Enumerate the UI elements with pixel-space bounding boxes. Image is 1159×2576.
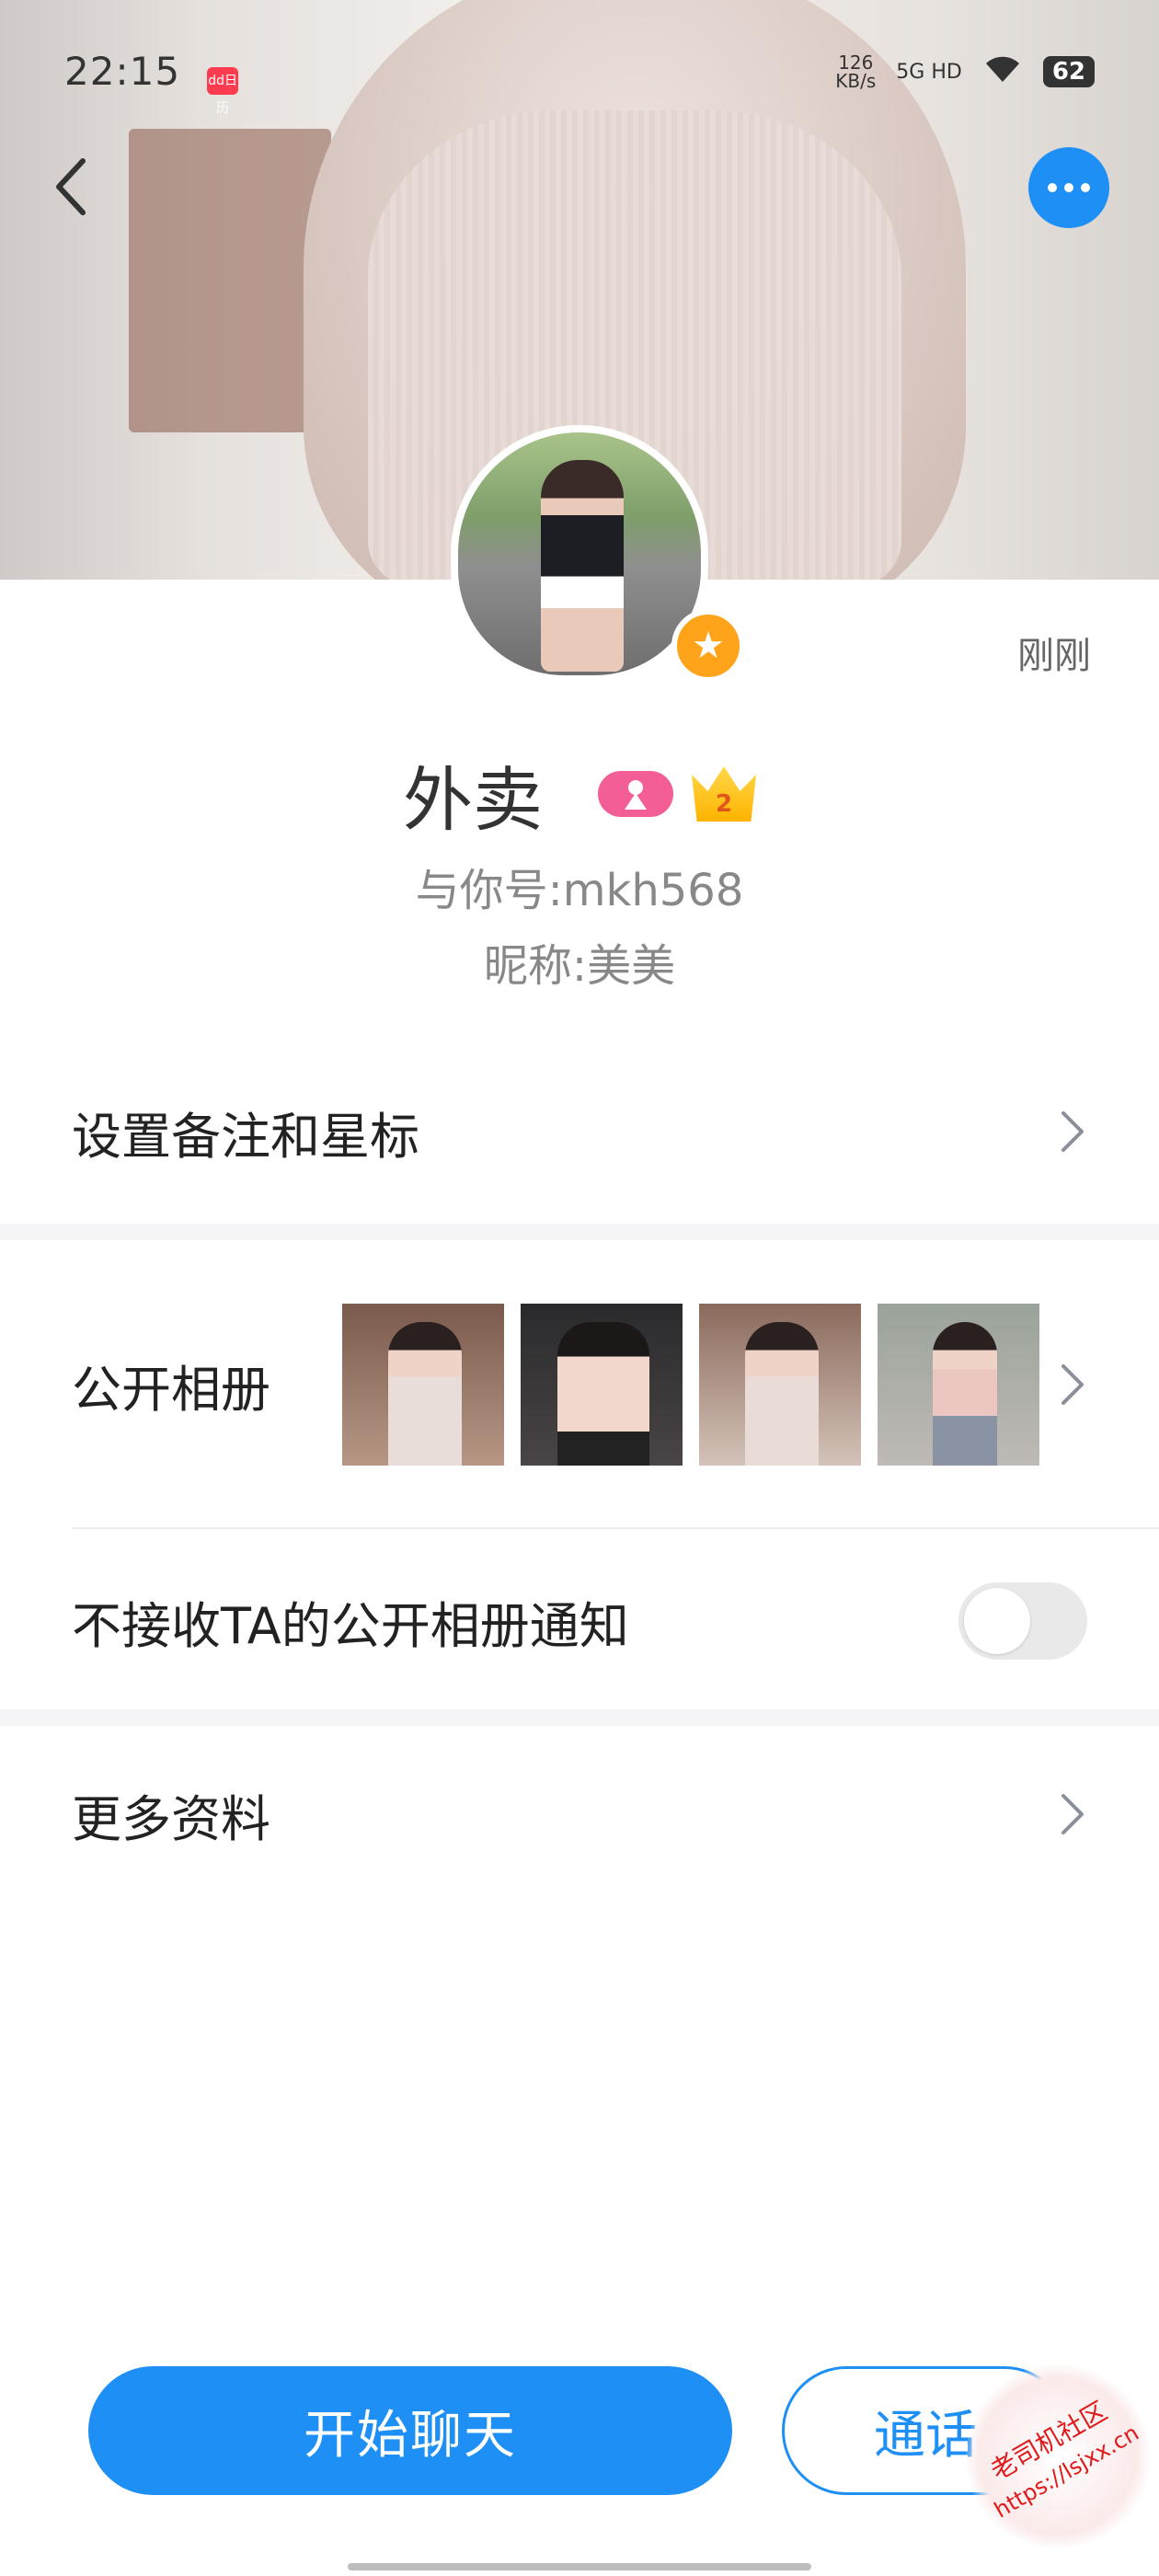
album-thumbnails <box>342 1304 1058 1466</box>
name-row: 外卖 2 <box>0 743 1159 845</box>
album-thumbnail[interactable] <box>878 1304 1039 1466</box>
row-divider <box>72 1527 1159 1529</box>
thumbnail-figure <box>933 1322 997 1466</box>
album-thumbnail[interactable] <box>699 1304 861 1466</box>
notification-app-icon: dd日历 <box>207 66 239 116</box>
public-album-label: 公开相册 <box>72 1360 270 1419</box>
section-divider <box>0 1709 1159 1726</box>
chevron-right-icon <box>1061 1111 1084 1152</box>
more-info-row[interactable]: 更多资料 <box>0 1768 1159 1860</box>
more-dot-icon <box>1064 183 1073 192</box>
chevron-right-icon <box>1061 1794 1084 1834</box>
more-options-button[interactable] <box>1028 147 1109 228</box>
network-speed: 126 KB/s <box>835 52 877 92</box>
account-id: 与你号:mkh568 <box>415 865 744 916</box>
album-notification-label: 不接收TA的公开相册通知 <box>72 1596 629 1655</box>
status-right: 126 KB/s 5G HD 62 <box>835 53 1095 90</box>
set-remark-row[interactable]: 设置备注和星标 <box>0 1086 1159 1178</box>
display-name: 外卖 <box>403 759 543 841</box>
home-indicator[interactable] <box>348 2563 811 2570</box>
wifi-icon <box>982 54 1023 89</box>
status-left: 22:15 dd日历 <box>64 49 239 116</box>
cellular-signal-icon: 5G HD <box>896 60 962 84</box>
nickname: 昵称:美美 <box>483 940 676 992</box>
status-time: 22:15 <box>64 49 181 95</box>
public-album-row[interactable]: 公开相册 <box>0 1297 1159 1472</box>
crown-vip-icon: 2 <box>692 766 756 822</box>
thumbnail-figure <box>388 1322 462 1466</box>
album-notification-row: 不接收TA的公开相册通知 <box>0 1575 1159 1667</box>
section-divider <box>0 1224 1159 1240</box>
cover-wall <box>129 129 331 432</box>
thumbnail-figure <box>557 1322 649 1466</box>
status-bar: 22:15 dd日历 126 KB/s 5G HD 62 <box>64 46 1095 116</box>
last-seen-status: 刚刚 <box>1017 635 1091 677</box>
more-dot-icon <box>1048 183 1057 192</box>
more-dot-icon <box>1081 183 1090 192</box>
chevron-left-icon <box>56 158 86 215</box>
thumbnail-figure <box>745 1322 819 1466</box>
avatar-figure <box>541 460 624 672</box>
back-button[interactable] <box>42 155 98 219</box>
album-notification-toggle[interactable] <box>958 1582 1087 1660</box>
set-remark-label: 设置备注和星标 <box>72 1107 419 1166</box>
avatar[interactable] <box>451 425 708 683</box>
more-info-label: 更多资料 <box>72 1789 270 1848</box>
album-thumbnail[interactable] <box>342 1304 504 1466</box>
start-chat-button[interactable]: 开始聊天 <box>88 2366 732 2495</box>
toggle-knob <box>964 1588 1030 1654</box>
album-thumbnail[interactable] <box>521 1304 683 1466</box>
battery-icon: 62 <box>1042 56 1095 87</box>
chevron-right-icon <box>1061 1364 1084 1405</box>
star-icon: ★ <box>671 609 745 683</box>
female-gender-icon <box>598 771 673 817</box>
